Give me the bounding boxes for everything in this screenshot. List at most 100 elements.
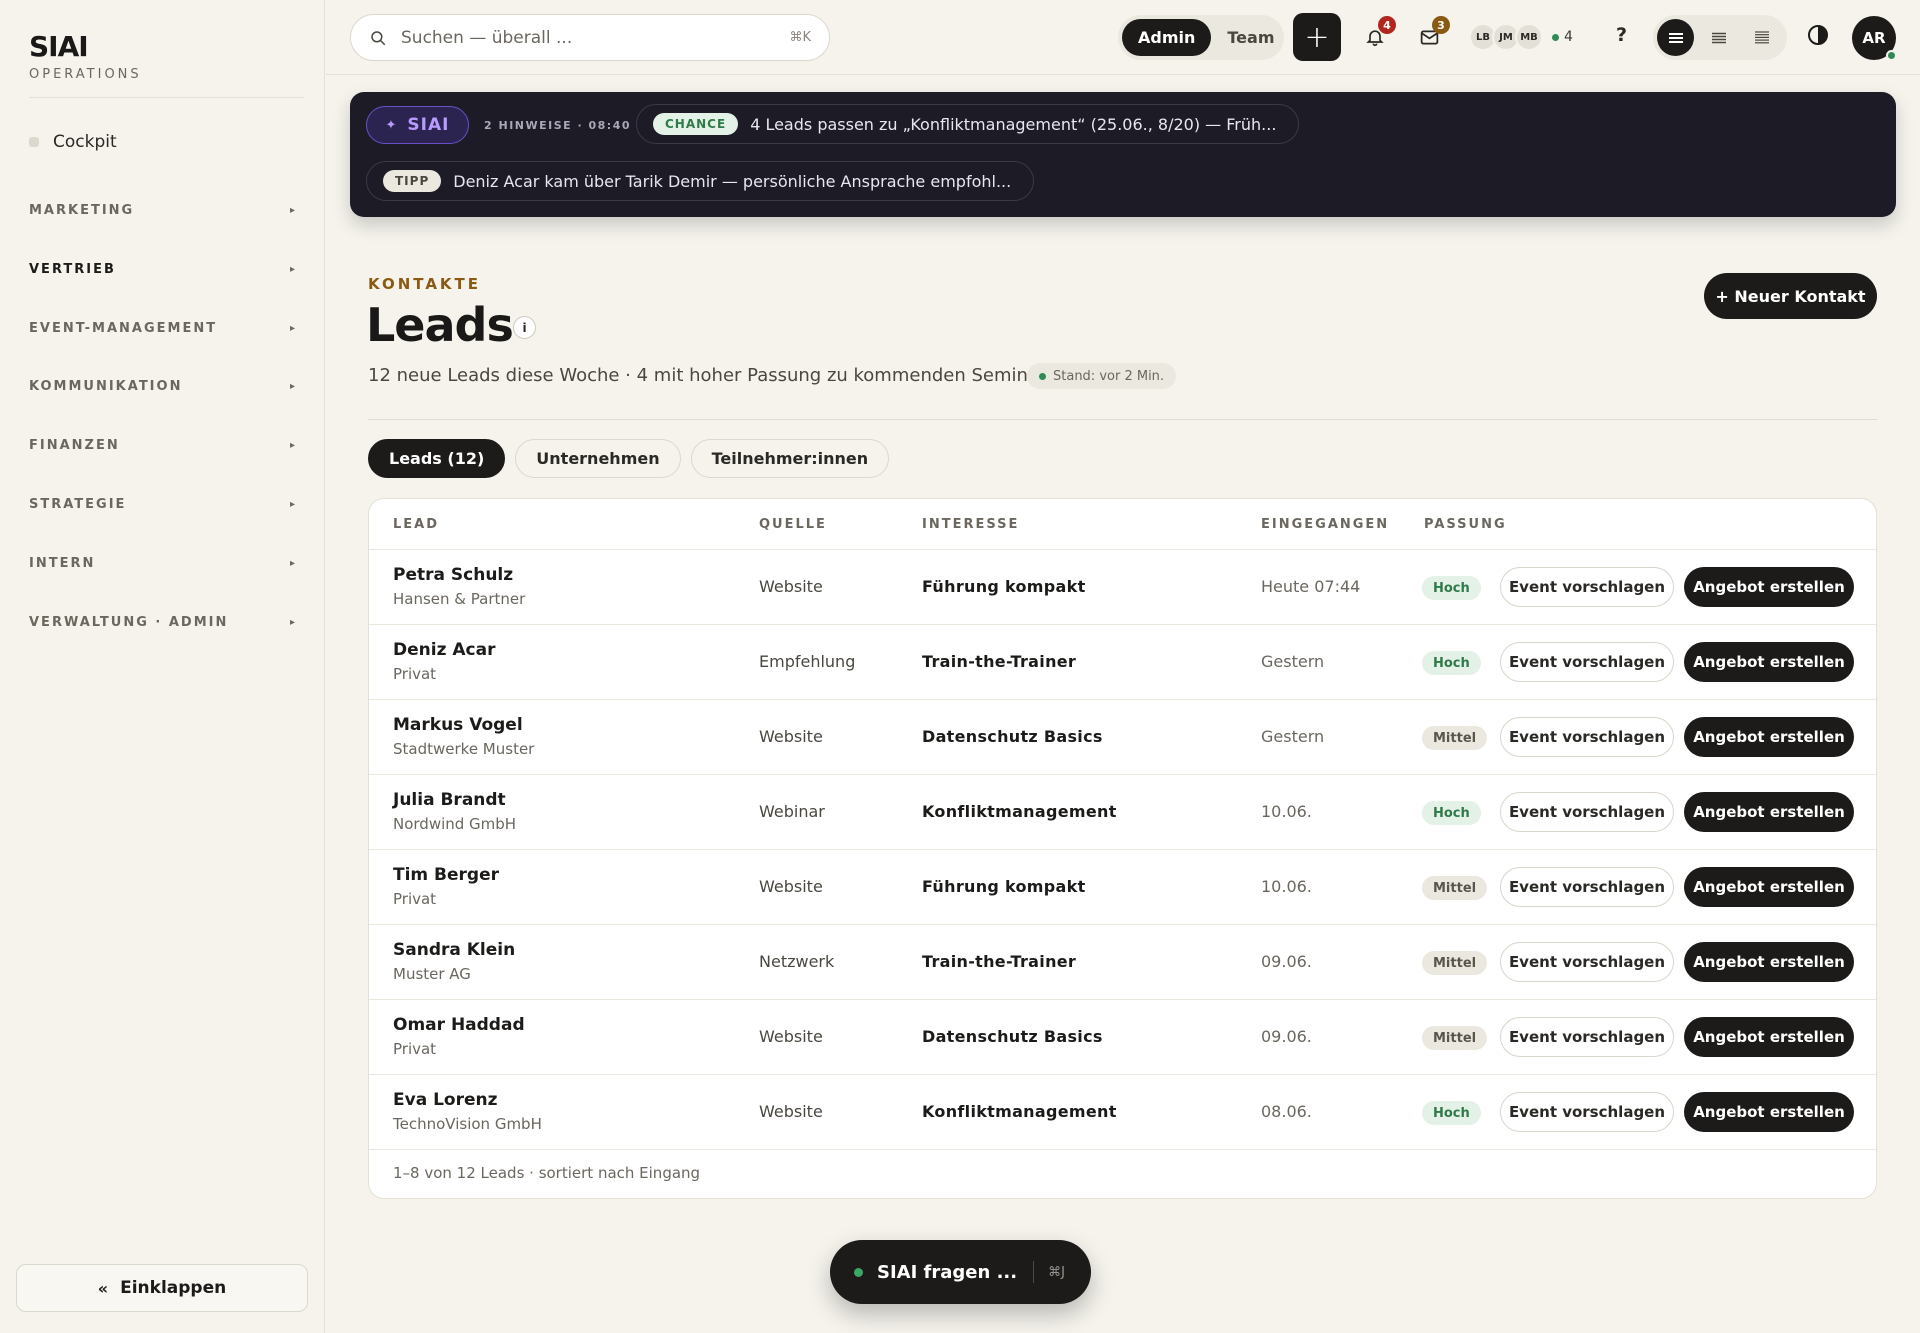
status-badge: Stand: vor 2 Min. bbox=[1027, 363, 1177, 389]
sidebar-section[interactable]: STRATEGIE ▸ bbox=[29, 497, 297, 512]
search-input[interactable] bbox=[401, 27, 776, 48]
sidebar-section[interactable]: MARKETING ▸ bbox=[29, 203, 297, 218]
create-offer-button[interactable]: Angebot erstellen bbox=[1684, 1092, 1854, 1132]
hint-item[interactable]: CHANCE 4 Leads passen zu „Konfliktmanage… bbox=[636, 104, 1300, 144]
lead-name[interactable]: Tim Berger bbox=[393, 865, 499, 885]
page-subtitle: 12 neue Leads diese Woche · 4 mit hoher … bbox=[368, 365, 1069, 386]
lead-interest: Train-the-Trainer bbox=[922, 952, 1077, 971]
lead-name[interactable]: Eva Lorenz bbox=[393, 1090, 498, 1110]
suggest-event-button[interactable]: Event vorschlagen bbox=[1500, 717, 1674, 757]
lead-name[interactable]: Markus Vogel bbox=[393, 715, 523, 735]
table-row[interactable]: Omar Haddad Privat Website Datenschutz Basi… bbox=[369, 1000, 1876, 1075]
sidebar-section-label: MARKETING bbox=[29, 203, 135, 218]
suggest-event-button[interactable]: Event vorschlagen bbox=[1500, 642, 1674, 682]
density-compact-button[interactable] bbox=[1657, 19, 1694, 56]
fit-badge: Hoch bbox=[1422, 651, 1481, 675]
column-header-lead[interactable]: LEAD bbox=[393, 517, 439, 532]
notifications-button[interactable]: 4 bbox=[1360, 16, 1396, 52]
info-icon[interactable]: i bbox=[513, 316, 536, 339]
table-row[interactable]: Tim Berger Privat Website Führung kompakt 10… bbox=[369, 850, 1876, 925]
suggest-event-button[interactable]: Event vorschlagen bbox=[1500, 1092, 1674, 1132]
create-offer-button[interactable]: Angebot erstellen bbox=[1684, 942, 1854, 982]
mode-switch: Admin Team bbox=[1118, 15, 1284, 60]
sidebar-item-label: Cockpit bbox=[53, 132, 117, 152]
lead-interest: Konfliktmanagement bbox=[922, 1102, 1117, 1121]
sidebar-section-label: FINANZEN bbox=[29, 438, 120, 454]
hint-item[interactable]: TIPP Deniz Acar kam über Tarik Demir — p… bbox=[366, 161, 1035, 201]
caret-right-icon: ▸ bbox=[289, 557, 297, 569]
create-button[interactable]: + bbox=[1293, 13, 1341, 61]
lead-received: 09.06. bbox=[1261, 952, 1312, 971]
collapse-label: Einklappen bbox=[120, 1278, 227, 1298]
ask-siai-button[interactable]: SIAI fragen ... ⌘J bbox=[830, 1240, 1091, 1304]
help-button[interactable]: ? bbox=[1616, 24, 1627, 46]
team-presence[interactable]: LB JM MB 4 bbox=[1469, 23, 1573, 51]
lead-name[interactable]: Sandra Klein bbox=[393, 940, 515, 960]
create-offer-button[interactable]: Angebot erstellen bbox=[1684, 1017, 1854, 1057]
table-header: LEAD QUELLE INTERESSE EINGEGANGEN PASSUN… bbox=[369, 499, 1876, 550]
sidebar-item-cockpit[interactable]: Cockpit bbox=[29, 132, 117, 152]
sidebar-section[interactable]: INTERN ▸ bbox=[29, 556, 297, 571]
column-header-eingegangen[interactable]: EINGEGANGEN bbox=[1261, 517, 1389, 532]
column-header-quelle[interactable]: QUELLE bbox=[759, 517, 827, 532]
online-dot-icon bbox=[1552, 33, 1559, 41]
sidebar-section[interactable]: EVENT-MANAGEMENT ▸ bbox=[29, 321, 297, 336]
create-offer-button[interactable]: Angebot erstellen bbox=[1684, 717, 1854, 757]
lead-interest: Datenschutz Basics bbox=[922, 727, 1103, 746]
sidebar-section-label: VERTRIEB bbox=[29, 261, 116, 277]
fit-badge: Hoch bbox=[1422, 1101, 1481, 1125]
new-contact-button[interactable]: + Neuer Kontakt bbox=[1704, 273, 1877, 319]
suggest-event-button[interactable]: Event vorschlagen bbox=[1500, 792, 1674, 832]
lead-organization: Muster AG bbox=[393, 965, 471, 983]
lead-name[interactable]: Deniz Acar bbox=[393, 640, 495, 660]
column-header-passung[interactable]: PASSUNG bbox=[1424, 517, 1507, 532]
table-row[interactable]: Julia Brandt Nordwind GmbH Webinar Konflikt… bbox=[369, 775, 1876, 850]
lead-name[interactable]: Julia Brandt bbox=[393, 790, 506, 810]
sidebar-section[interactable]: VERWALTUNG · ADMIN ▸ bbox=[29, 615, 297, 630]
table-row[interactable]: Markus Vogel Stadtwerke Muster Website Date… bbox=[369, 700, 1876, 775]
table-row[interactable]: Petra Schulz Hansen & Partner Website Führu… bbox=[369, 550, 1876, 625]
sidebar-section[interactable]: VERTRIEB ▸ bbox=[29, 262, 297, 277]
lead-received: Heute 07:44 bbox=[1261, 577, 1361, 596]
siai-badge[interactable]: ✦ SIAI bbox=[366, 106, 469, 144]
tab-bar: Leads (12) Unternehmen Teilnehmer:innen bbox=[368, 439, 890, 478]
suggest-event-button[interactable]: Event vorschlagen bbox=[1500, 1017, 1674, 1057]
table-row[interactable]: Sandra Klein Muster AG Netzwerk Train-the-T… bbox=[369, 925, 1876, 1000]
hint-text: Deniz Acar kam über Tarik Demir — persön… bbox=[453, 171, 1012, 191]
table-row[interactable]: Deniz Acar Privat Empfehlung Train-the-Trai… bbox=[369, 625, 1876, 700]
lead-source: Website bbox=[759, 577, 823, 596]
lead-name[interactable]: Omar Haddad bbox=[393, 1015, 525, 1035]
tab-unternehmen[interactable]: Unternehmen bbox=[515, 439, 681, 478]
messages-button[interactable]: 3 bbox=[1414, 16, 1450, 52]
leads-table: LEAD QUELLE INTERESSE EINGEGANGEN PASSUN… bbox=[368, 498, 1877, 1199]
create-offer-button[interactable]: Angebot erstellen bbox=[1684, 792, 1854, 832]
search-icon bbox=[371, 30, 386, 45]
search-box[interactable]: ⌘K bbox=[350, 14, 830, 61]
suggest-event-button[interactable]: Event vorschlagen bbox=[1500, 942, 1674, 982]
theme-toggle-button[interactable] bbox=[1806, 23, 1830, 51]
mode-option-admin[interactable]: Admin bbox=[1122, 19, 1212, 56]
user-avatar-button[interactable]: AR bbox=[1852, 16, 1897, 61]
status-dot-icon bbox=[1039, 372, 1046, 380]
sidebar-section[interactable]: KOMMUNIKATION ▸ bbox=[29, 379, 297, 394]
double-chevron-left-icon: « bbox=[97, 1278, 109, 1298]
create-offer-button[interactable]: Angebot erstellen bbox=[1684, 867, 1854, 907]
create-offer-button[interactable]: Angebot erstellen bbox=[1684, 567, 1854, 607]
column-header-interesse[interactable]: INTERESSE bbox=[922, 517, 1019, 532]
tab-teilnehmer[interactable]: Teilnehmer:innen bbox=[690, 439, 890, 478]
suggest-event-button[interactable]: Event vorschlagen bbox=[1500, 867, 1674, 907]
notifications-badge: 4 bbox=[1378, 16, 1396, 34]
collapse-sidebar-button[interactable]: « Einklappen bbox=[16, 1264, 308, 1312]
density-dense-button[interactable] bbox=[1743, 19, 1780, 56]
mode-option-team[interactable]: Team bbox=[1211, 19, 1290, 56]
suggest-event-button[interactable]: Event vorschlagen bbox=[1500, 567, 1674, 607]
table-row[interactable]: Eva Lorenz TechnoVision GmbH Website Konfli… bbox=[369, 1075, 1876, 1150]
sidebar-section-label: STRATEGIE bbox=[29, 497, 127, 512]
ask-label: SIAI fragen ... bbox=[877, 1261, 1018, 1283]
tab-leads[interactable]: Leads (12) bbox=[368, 439, 506, 478]
create-offer-button[interactable]: Angebot erstellen bbox=[1684, 642, 1854, 682]
hints-meta: 2 HINWEISE · 08:40 bbox=[484, 119, 632, 132]
density-medium-button[interactable] bbox=[1700, 19, 1737, 56]
lead-name[interactable]: Petra Schulz bbox=[393, 565, 513, 585]
sidebar-section[interactable]: FINANZEN ▸ bbox=[29, 438, 297, 453]
